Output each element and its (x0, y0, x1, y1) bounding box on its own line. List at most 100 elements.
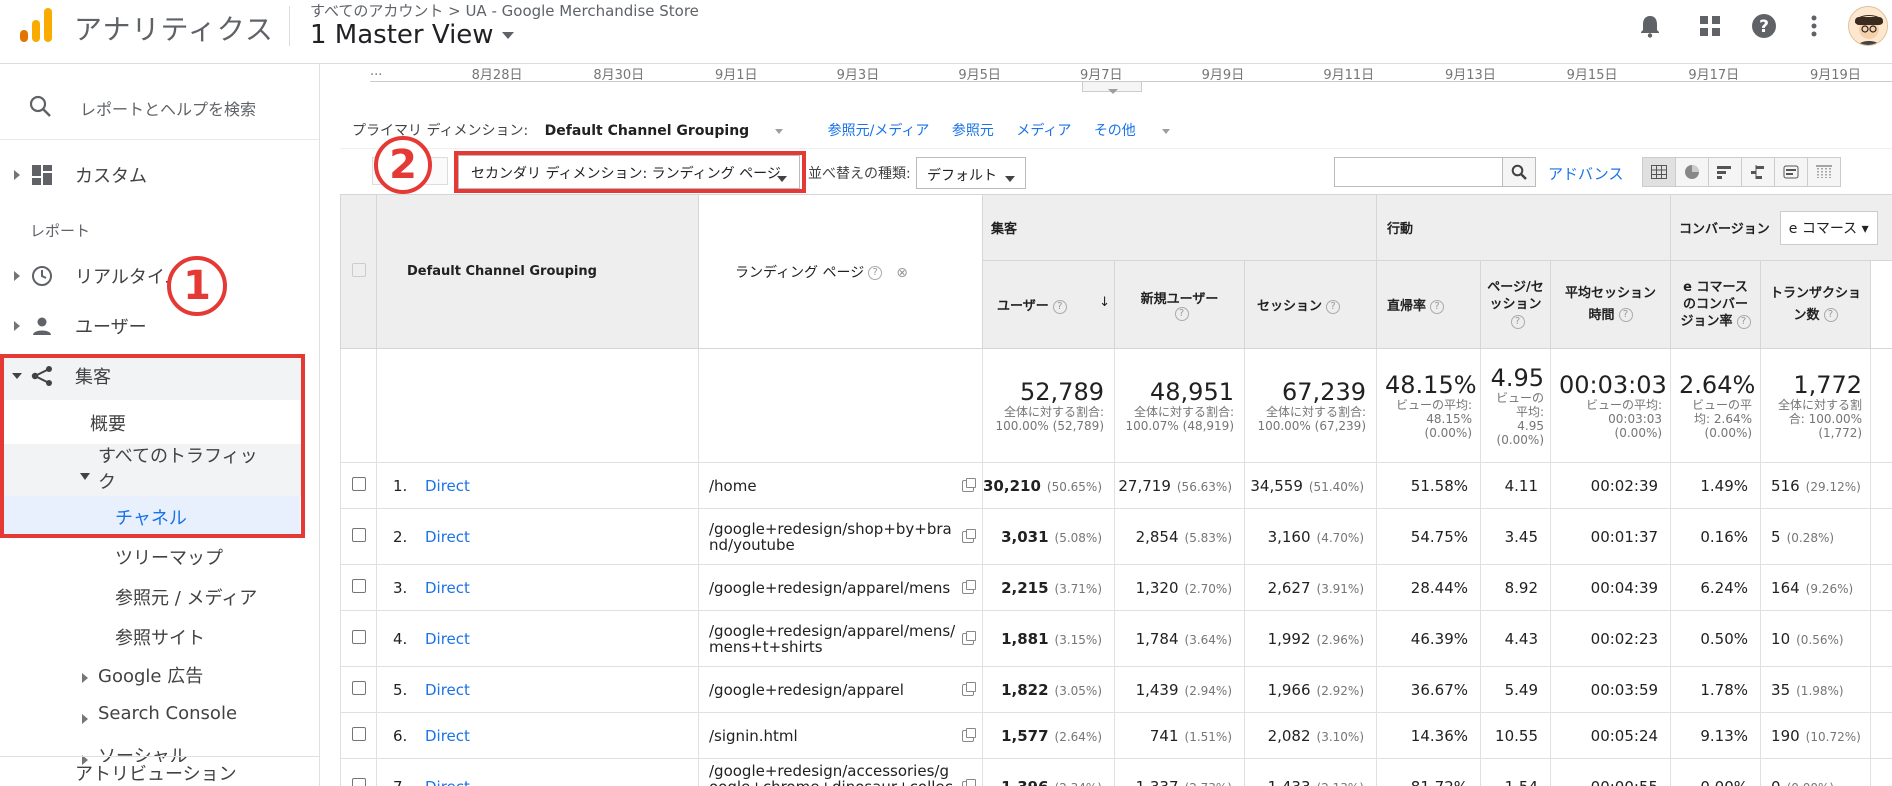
table-row[interactable]: 6. Direct/signin.html 1,577 (2.64%) 741 (1.51… (340, 712, 1892, 759)
table-row[interactable]: 7.Direct/google+redesign/accessories/goo… (340, 758, 1892, 786)
sidebar-item-treemap[interactable]: ツリーマップ (115, 544, 223, 570)
help-icon[interactable]: ? (1750, 12, 1778, 40)
open-link-icon[interactable] (962, 681, 976, 696)
dimension-link-source[interactable]: 参照元 (952, 123, 994, 139)
channel-link[interactable]: Direct (425, 727, 470, 745)
row-checkbox-cell[interactable] (340, 610, 377, 667)
row-checkbox[interactable] (351, 680, 366, 695)
table-row[interactable]: 4. Direct/google+redesign/apparel/mens/me… (340, 610, 1892, 667)
sidebar-item-attribution[interactable]: アトリビューション (75, 760, 237, 786)
col-header-avg-session-duration[interactable]: 平均セッション時間? (1549, 260, 1672, 349)
select-all-checkbox[interactable] (351, 262, 366, 277)
open-link-icon[interactable] (962, 727, 976, 742)
table-view-comparison-icon[interactable] (1741, 157, 1775, 187)
notification-bell-icon[interactable] (1636, 12, 1664, 40)
primary-dimension-current[interactable]: Default Channel Grouping (545, 123, 804, 139)
apps-grid-icon[interactable] (1696, 12, 1724, 40)
dimension-link-other[interactable]: その他 (1094, 123, 1190, 139)
help-icon[interactable]: ? (1618, 308, 1633, 322)
help-icon[interactable]: ? (868, 265, 883, 280)
table-view-data-icon[interactable] (1642, 157, 1676, 187)
table-view-pie-icon[interactable] (1675, 157, 1709, 187)
row-checkbox[interactable] (351, 629, 366, 644)
advanced-filter-link[interactable]: アドバンス (1548, 163, 1623, 184)
more-vert-icon[interactable] (1800, 12, 1828, 40)
sidebar-item-google-ads[interactable]: Google 広告 (98, 662, 203, 688)
table-row[interactable]: 3. Direct/google+redesign/apparel/mens 2,2… (340, 564, 1892, 611)
ecommerce-goal-select[interactable]: e コマース ▾ (1779, 210, 1878, 245)
open-link-icon[interactable] (962, 528, 976, 543)
table-row[interactable]: 1. Direct/home 30,210 (50.65%) 27,719 (56.63%… (340, 462, 1892, 509)
row-checkbox-cell[interactable] (340, 462, 377, 509)
header-select-all[interactable] (340, 194, 377, 349)
sidebar-item-social[interactable]: ソーシャル (98, 742, 188, 762)
row-checkbox[interactable] (351, 777, 366, 786)
remove-dimension-icon[interactable]: ⊗ (896, 265, 908, 281)
account-breadcrumb[interactable]: すべてのアカウント > UA - Google Merchandise Stor… (310, 0, 699, 21)
date-axis-label: 9月9日 (1201, 68, 1245, 83)
sidebar-item-search-console[interactable]: Search Console (98, 703, 237, 724)
help-icon[interactable]: ? (1326, 299, 1341, 314)
help-icon[interactable]: ? (1510, 314, 1525, 329)
open-link-icon[interactable] (962, 477, 976, 492)
open-link-icon[interactable] (962, 630, 976, 645)
col-header-sessions[interactable]: セッション? (1244, 260, 1377, 349)
sidebar-item-source-medium[interactable]: 参照元 / メディア (115, 584, 257, 610)
row-checkbox[interactable] (351, 726, 366, 741)
table-row[interactable]: 5. Direct/google+redesign/apparel 1,822 (3.… (340, 666, 1892, 713)
row-checkbox-cell[interactable] (340, 564, 377, 611)
col-header-landing-page[interactable]: ランディング ページ? ⊗ (698, 194, 983, 349)
open-link-icon[interactable] (962, 778, 976, 786)
sidebar-item-referrals[interactable]: 参照サイト (115, 624, 205, 650)
help-icon[interactable]: ? (1736, 314, 1751, 329)
sort-descending-icon[interactable]: ↓ (1099, 295, 1110, 310)
row-checkbox[interactable] (351, 578, 366, 593)
sessions-value: 1,966 (1267, 680, 1311, 699)
open-link-icon[interactable] (962, 579, 976, 594)
help-icon[interactable]: ? (1430, 299, 1445, 314)
channel-link[interactable]: Direct (425, 778, 470, 786)
col-header-bounce-rate[interactable]: 直帰率? (1376, 260, 1481, 349)
sort-type-select[interactable]: デフォルト (916, 157, 1026, 189)
channel-link[interactable]: Direct (425, 528, 470, 546)
row-checkbox-cell[interactable] (340, 758, 377, 786)
channel-link[interactable]: Direct (425, 630, 470, 648)
channel-link[interactable]: Direct (425, 681, 470, 699)
col-header-pages-per-session[interactable]: ページ/セッション? (1480, 260, 1551, 349)
sessions-cell: 1,433 (2.13%) (1244, 758, 1377, 786)
col-header-users[interactable]: ユーザー? ↓ (982, 260, 1115, 349)
dimension-link-medium[interactable]: メディア (1016, 123, 1071, 139)
sidebar-item-users[interactable]: ユーザー (0, 304, 319, 348)
channel-link[interactable]: Direct (425, 579, 470, 597)
total-tx-value: 1,772 (1793, 370, 1863, 399)
row-checkbox-cell[interactable] (340, 712, 377, 759)
chart-resize-handle[interactable] (1082, 82, 1142, 94)
col-header-ecommerce-conversion-rate[interactable]: e コマースのコンバージョン率? (1670, 260, 1762, 349)
sidebar-item-realtime[interactable]: リアルタイム (0, 254, 319, 298)
row-checkbox[interactable] (351, 527, 366, 542)
view-selector[interactable]: 1 Master View (310, 20, 514, 50)
sidebar-item-custom[interactable]: カスタム (0, 153, 319, 197)
report-search[interactable]: レポートとヘルプを検索 (0, 82, 319, 130)
table-view-term-cloud-icon[interactable] (1774, 157, 1808, 187)
help-icon[interactable]: ? (1823, 308, 1838, 322)
table-row[interactable]: 2. Direct/google+redesign/shop+by+brand/y… (340, 508, 1892, 565)
help-icon[interactable]: ? (1174, 307, 1189, 321)
table-view-pivot-icon[interactable] (1807, 157, 1841, 187)
col-header-transactions[interactable]: トランザクション数? (1760, 260, 1872, 349)
row-checkbox[interactable] (351, 476, 366, 491)
channel-link[interactable]: Direct (425, 477, 470, 495)
new-users-pct: (2.70%) (1184, 581, 1232, 596)
row-checkbox-cell[interactable] (340, 508, 377, 565)
user-avatar[interactable] (1848, 6, 1888, 46)
conversion-rate-cell: 1.78% (1670, 666, 1762, 713)
col-header-new-users[interactable]: 新規ユーザー? (1114, 260, 1245, 349)
table-view-performance-icon[interactable] (1708, 157, 1742, 187)
table-filter-search-icon[interactable] (1502, 157, 1536, 187)
col-bounce-label: 直帰率 (1387, 299, 1427, 314)
dimension-link-source-medium[interactable]: 参照元/メディア (828, 123, 930, 139)
help-icon[interactable]: ? (1052, 299, 1067, 314)
row-checkbox-cell[interactable] (340, 666, 377, 713)
col-header-channel[interactable]: Default Channel Grouping (376, 194, 699, 349)
analytics-logo-icon[interactable] (18, 6, 56, 44)
